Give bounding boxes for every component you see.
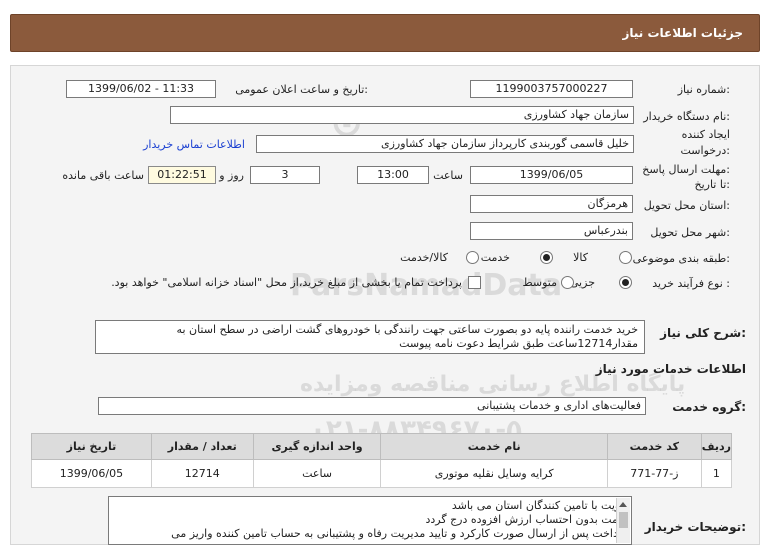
buyer-notes-textarea[interactable]: الویت با تامین کنندگان استان می باشد قیم… (108, 496, 632, 545)
cell-service-name: کرایه وسایل نقلیه موتوری (380, 459, 608, 488)
treasury-payment-checkbox[interactable] (468, 276, 481, 289)
services-table: ردیف کد خدمت نام خدمت واحد اندازه گیری ت… (31, 433, 733, 488)
note-line: پرداخت پس از ارسال صورت کارکرد و تایید م… (171, 527, 627, 540)
deadline-label-2: تا تاریخ: (694, 178, 730, 191)
purchase-radio-medium[interactable] (561, 276, 574, 289)
services-section-title: اطلاعات خدمات مورد نیاز (595, 362, 746, 376)
col-service-code: کد خدمت (606, 433, 702, 460)
category-radio-goods[interactable] (619, 251, 632, 264)
services-table-wrapper: ردیف کد خدمت نام خدمت واحد اندازه گیری ت… (31, 433, 733, 488)
deadline-time-field: 13:00 (357, 166, 429, 184)
summary-label: شرح کلی نیاز: (660, 326, 746, 340)
deadline-date-field: 1399/06/05 (470, 166, 633, 184)
note-line: قیمت بدون احتساب ارزش افزوده درج گردد (425, 513, 627, 526)
summary-text: خرید خدمت راننده پایه دو بصورت ساعتی جهت… (95, 320, 645, 354)
treasury-payment-note: پرداخت تمام یا بخشی از مبلغ خرید،از محل … (111, 276, 462, 289)
notes-scrollbar[interactable] (616, 498, 630, 543)
purchase-type-label: نوع فرآیند خرید : (652, 277, 730, 290)
scroll-up-arrow-icon[interactable] (619, 502, 627, 507)
service-group-label: گروه خدمت: (672, 400, 746, 414)
category-option-goods-service: کالا/خدمت (400, 251, 448, 264)
col-unit: واحد اندازه گیری (252, 433, 382, 460)
need-number-label: شماره نیاز: (677, 83, 730, 96)
deadline-time-label: ساعت (433, 169, 463, 182)
table-row: 1 ز-77-771 کرایه وسایل نقلیه موتوری ساعت… (31, 459, 733, 488)
remaining-time-label: ساعت باقی مانده (62, 169, 144, 182)
service-group-field: فعالیت‌های اداری و خدمات پشتیبانی (98, 397, 646, 415)
cell-service-code: ز-77-771 (606, 459, 702, 488)
category-label: طبقه بندی موضوعی: (632, 252, 730, 265)
radio-selected-dot (622, 279, 629, 286)
col-service-name: نام خدمت (380, 433, 608, 460)
page-header: جزئیات اطلاعات نیاز (10, 14, 760, 52)
buyer-org-field: سازمان جهاد کشاورزی (170, 106, 634, 124)
province-label: استان محل تحویل: (643, 199, 730, 212)
province-field: هرمزگان (470, 195, 633, 213)
days-label: روز و (219, 169, 244, 182)
category-radio-goods-service[interactable] (466, 251, 479, 264)
col-quantity: تعداد / مقدار (150, 433, 254, 460)
creator-label-2: درخواست: (680, 144, 731, 157)
city-label: شهر محل تحویل: (650, 226, 730, 239)
cell-need-date: 1399/06/05 (31, 459, 152, 488)
category-radio-service[interactable] (540, 251, 553, 264)
scroll-thumb[interactable] (619, 512, 628, 528)
city-field: بندرعباس (470, 222, 633, 240)
category-option-goods: کالا (573, 251, 588, 264)
announce-field: 1399/06/02 - 11:33 (66, 80, 216, 98)
deadline-label-1: مهلت ارسال پاسخ: (642, 163, 730, 176)
creator-field: خلیل قاسمی گوربندی کارپرداز سازمان جهاد … (256, 135, 634, 153)
purchase-radio-minor[interactable] (619, 276, 632, 289)
cell-row: 1 (700, 459, 733, 488)
cell-quantity: 12714 (150, 459, 254, 488)
need-number-field: 1199003757000227 (470, 80, 633, 98)
announce-label: تاریخ و ساعت اعلان عمومی: (235, 83, 368, 96)
purchase-option-medium: متوسط (522, 276, 557, 289)
buyer-contact-link[interactable]: اطلاعات تماس خریدار (143, 138, 245, 151)
col-row: ردیف (700, 433, 733, 460)
radio-selected-dot (543, 254, 550, 261)
category-option-service: خدمت (480, 251, 510, 264)
buyer-notes-label: توضیحات خریدار: (644, 520, 746, 534)
days-field: 3 (250, 166, 320, 184)
col-need-date: تاریخ نیاز (31, 433, 152, 460)
buyer-org-label: نام دستگاه خریدار: (643, 110, 730, 123)
cell-unit: ساعت (252, 459, 382, 488)
remaining-time-field: 01:22:51 (148, 166, 216, 184)
note-line: الویت با تامین کنندگان استان می باشد (451, 499, 627, 512)
creator-label-1: ایجاد کننده (681, 128, 730, 141)
services-table-header: ردیف کد خدمت نام خدمت واحد اندازه گیری ت… (31, 433, 733, 460)
page-title: جزئیات اطلاعات نیاز (622, 26, 743, 40)
